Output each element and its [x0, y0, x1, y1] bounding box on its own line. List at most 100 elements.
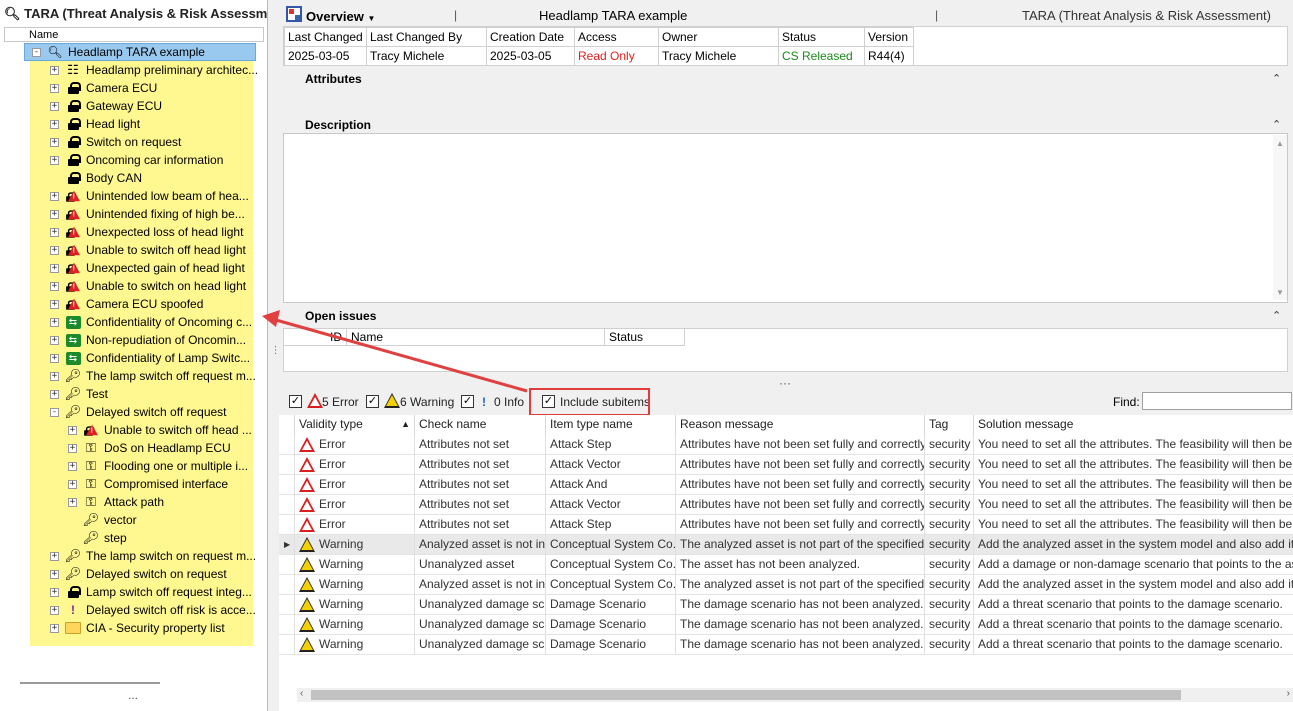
- scroll-left-icon[interactable]: ‹: [300, 688, 303, 699]
- table-row[interactable]: Warning Analyzed asset is not in... Concep…: [279, 575, 1293, 595]
- expand-icon[interactable]: +: [50, 65, 59, 75]
- tree-item[interactable]: 🔑︎ step: [68, 529, 127, 547]
- tree-scrollbar[interactable]: [20, 682, 160, 684]
- tree-item[interactable]: + Unable to switch off head ...: [68, 421, 252, 439]
- expand-icon[interactable]: +: [68, 461, 77, 471]
- expand-icon[interactable]: +: [50, 299, 59, 309]
- overview-dropdown[interactable]: Overview ▼: [306, 9, 375, 24]
- expand-icon[interactable]: +: [50, 587, 59, 597]
- table-row[interactable]: Error Attributes not set Attack And Attribu…: [279, 475, 1293, 495]
- error-filter-checkbox[interactable]: ✓: [289, 395, 302, 408]
- description-scrollbar[interactable]: ▲ ▼: [1273, 135, 1287, 300]
- expand-icon[interactable]: +: [50, 569, 59, 579]
- expand-icon[interactable]: +: [50, 137, 59, 147]
- col-reason-message[interactable]: Reason message: [676, 415, 925, 435]
- expand-icon[interactable]: +: [50, 119, 59, 129]
- scroll-thumb[interactable]: [311, 690, 1181, 700]
- tree-item[interactable]: + Head light: [50, 115, 140, 133]
- tree-item[interactable]: + Camera ECU spoofed: [50, 295, 203, 313]
- tree-item[interactable]: + ⇆ Confidentiality of Lamp Switc...: [50, 349, 250, 367]
- expand-icon[interactable]: +: [50, 353, 59, 363]
- tree-item[interactable]: +! Delayed switch off risk is acce...: [50, 601, 256, 619]
- col-solution-message[interactable]: Solution message: [974, 415, 1293, 435]
- tree-column-header[interactable]: Name: [4, 27, 264, 42]
- issues-col-status[interactable]: Status: [605, 329, 685, 346]
- warning-filter-checkbox[interactable]: ✓: [366, 395, 379, 408]
- tree-item[interactable]: + Unable to switch off head light: [50, 241, 246, 259]
- expand-icon[interactable]: +: [50, 551, 59, 561]
- expand-icon[interactable]: +: [50, 605, 59, 615]
- expand-icon[interactable]: +: [50, 335, 59, 345]
- attributes-section-title[interactable]: Attributes: [305, 72, 362, 86]
- tree-item[interactable]: + ⇆ Confidentiality of Oncoming c...: [50, 313, 252, 331]
- tree-item[interactable]: - 🔑︎ Delayed switch off request: [50, 403, 227, 421]
- tree-item[interactable]: + Unexpected gain of head light: [50, 259, 245, 277]
- tree-item[interactable]: + 🔑︎ Delayed switch on request: [50, 565, 227, 583]
- collapse-icon[interactable]: -: [50, 407, 59, 417]
- tree-root[interactable]: - 🔍︎ Headlamp TARA example: [32, 43, 205, 61]
- expand-icon[interactable]: +: [50, 317, 59, 327]
- expand-icon[interactable]: +: [68, 479, 77, 489]
- tree-item[interactable]: + ☷ Headlamp preliminary architec...: [50, 61, 258, 79]
- col-item-type-name[interactable]: Item type name: [546, 415, 676, 435]
- expand-icon[interactable]: +: [50, 209, 59, 219]
- tree-item[interactable]: + ⚿ Compromised interface: [68, 475, 228, 493]
- table-row[interactable]: Warning Unanalyzed asset Conceptual System…: [279, 555, 1293, 575]
- col-tag[interactable]: Tag: [925, 415, 974, 435]
- col-check-name[interactable]: Check name: [415, 415, 546, 435]
- panel-resize-grip[interactable]: ...: [128, 688, 138, 702]
- issues-col-id[interactable]: ID: [284, 329, 347, 346]
- expand-icon[interactable]: +: [50, 83, 59, 93]
- tree-item[interactable]: + 🔑︎ The lamp switch off request m...: [50, 367, 256, 385]
- grid-hscrollbar[interactable]: ‹ ›: [297, 688, 1293, 702]
- collapse-up-icon[interactable]: ⌃: [1272, 118, 1281, 131]
- expand-icon[interactable]: +: [50, 389, 59, 399]
- tree-item[interactable]: + 🔑︎ Test: [50, 385, 108, 403]
- tree-item[interactable]: + ⚿ Attack path: [68, 493, 164, 511]
- table-row[interactable]: Error Attributes not set Attack Vector Attr…: [279, 455, 1293, 475]
- tree-item[interactable]: + CIA - Security property list: [50, 619, 225, 637]
- tree-item[interactable]: + Unable to switch on head light: [50, 277, 246, 295]
- tree-item[interactable]: + Unintended fixing of high be...: [50, 205, 245, 223]
- table-row[interactable]: Warning Unanalyzed damage sc... Damage Sce…: [279, 635, 1293, 655]
- find-input[interactable]: [1142, 392, 1292, 410]
- expand-icon[interactable]: +: [68, 443, 77, 453]
- expand-icon[interactable]: +: [68, 497, 77, 507]
- col-validity-type[interactable]: Validity type ▲: [295, 415, 415, 435]
- table-row[interactable]: Error Attributes not set Attack Vector Attr…: [279, 495, 1293, 515]
- table-row[interactable]: Warning Unanalyzed damage sc... Damage Sce…: [279, 615, 1293, 635]
- expand-icon[interactable]: +: [50, 101, 59, 111]
- tree-item[interactable]: Body CAN: [50, 169, 142, 187]
- tree-item[interactable]: + Camera ECU: [50, 79, 157, 97]
- tree-item[interactable]: + ⚿ Flooding one or multiple i...: [68, 457, 248, 475]
- tree-item[interactable]: + Gateway ECU: [50, 97, 162, 115]
- expand-icon[interactable]: +: [50, 263, 59, 273]
- expand-icon[interactable]: +: [50, 623, 59, 633]
- info-filter-checkbox[interactable]: ✓: [461, 395, 474, 408]
- tree-item[interactable]: + 🔑︎ The lamp switch on request m...: [50, 547, 256, 565]
- issues-col-name[interactable]: Name: [347, 329, 605, 346]
- table-row[interactable]: ▶ Warning Analyzed asset is not in... Conce…: [279, 535, 1293, 555]
- tree-item[interactable]: + ⇆ Non-repudiation of Oncomin...: [50, 331, 246, 349]
- description-textarea[interactable]: [283, 133, 1288, 303]
- tree-item[interactable]: + Switch on request: [50, 133, 181, 151]
- collapse-up-icon[interactable]: ⌃: [1272, 309, 1281, 322]
- expand-icon[interactable]: +: [50, 191, 59, 201]
- expand-icon[interactable]: +: [50, 155, 59, 165]
- tree-item[interactable]: + Unexpected loss of head light: [50, 223, 243, 241]
- collapse-icon[interactable]: -: [32, 47, 41, 57]
- tree-item[interactable]: 🔑︎ vector: [68, 511, 137, 529]
- collapse-up-icon[interactable]: ⌃: [1272, 72, 1281, 85]
- table-row[interactable]: Error Attributes not set Attack Step Attrib…: [279, 435, 1293, 455]
- open-issues-section-title[interactable]: Open issues: [305, 309, 376, 323]
- expand-icon[interactable]: +: [50, 227, 59, 237]
- tree-item[interactable]: + ⚿ DoS on Headlamp ECU: [68, 439, 231, 457]
- table-row[interactable]: Warning Unanalyzed damage sc... Damage Sce…: [279, 595, 1293, 615]
- tree-item[interactable]: + Lamp switch off request integ...: [50, 583, 252, 601]
- table-row[interactable]: Error Attributes not set Attack Step Attrib…: [279, 515, 1293, 535]
- expand-icon[interactable]: +: [50, 371, 59, 381]
- scroll-right-icon[interactable]: ›: [1287, 688, 1290, 699]
- description-section-title[interactable]: Description: [305, 118, 371, 132]
- expand-icon[interactable]: +: [50, 281, 59, 291]
- expand-icon[interactable]: +: [50, 245, 59, 255]
